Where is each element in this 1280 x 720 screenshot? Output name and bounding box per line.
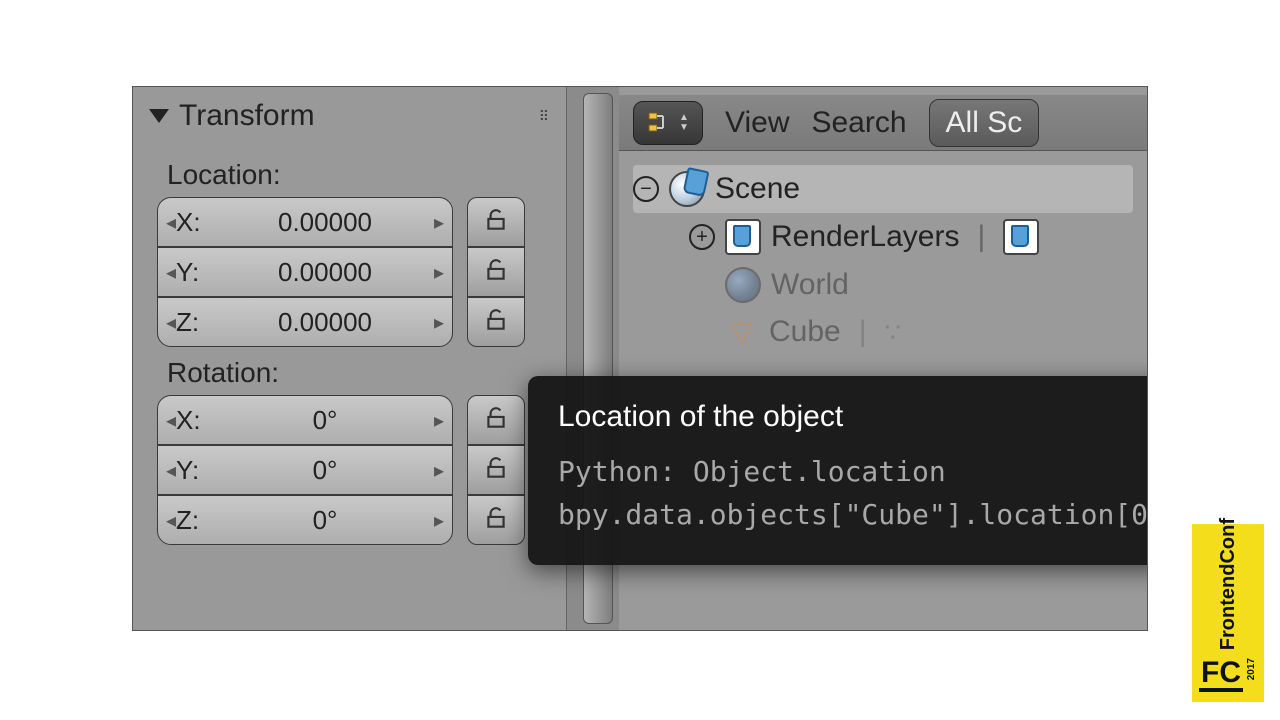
lock-z-button[interactable] <box>467 297 525 347</box>
unlock-icon <box>483 257 509 288</box>
field-value: 0.00000 <box>216 257 434 288</box>
lock-rx-button[interactable] <box>467 395 525 445</box>
view-menu[interactable]: View <box>725 106 789 140</box>
panel-title: Transform <box>179 99 315 133</box>
outliner-tree: − Scene + RenderLayers | World ▽ Cube | <box>619 151 1147 369</box>
tree-row-world[interactable]: World <box>633 261 1133 309</box>
location-y-field[interactable]: ◂ Y: 0.00000 ▸ <box>157 247 453 297</box>
rotation-x-field[interactable]: ◂ X: 0° ▸ <box>157 395 453 445</box>
axis-label: X: <box>176 207 216 238</box>
field-value: 0° <box>216 505 434 536</box>
tooltip-data-path: bpy.data.objects["Cube"].location[0] <box>558 493 1148 536</box>
field-value: 0.00000 <box>216 307 434 338</box>
chevron-left-icon[interactable]: ◂ <box>166 210 176 235</box>
tree-row-renderlayers[interactable]: + RenderLayers | <box>633 213 1133 261</box>
updown-icon: ▲▼ <box>679 113 689 133</box>
axis-label: Z: <box>176 505 216 536</box>
filter-mode-button[interactable]: All Sc <box>929 99 1040 147</box>
lock-rz-button[interactable] <box>467 495 525 545</box>
renderlayer-data-icon <box>1003 219 1039 255</box>
app-window: Transform ⠿ Location: ◂ X: 0.00000 ▸ <box>132 86 1148 631</box>
scene-icon <box>669 171 705 207</box>
properties-panel: Transform ⠿ Location: ◂ X: 0.00000 ▸ <box>133 87 567 630</box>
editor-type-selector[interactable]: ▲▼ <box>633 101 703 145</box>
unlock-icon <box>483 207 509 238</box>
chevron-left-icon[interactable]: ◂ <box>166 310 176 335</box>
separator: | <box>977 220 985 254</box>
rotation-fields: ◂ X: 0° ▸ ◂ Y: 0° ▸ <box>157 395 550 545</box>
chevron-right-icon[interactable]: ▸ <box>434 508 444 533</box>
unlock-icon <box>483 405 509 436</box>
tooltip-title: Location of the object <box>558 400 1148 434</box>
location-fields: ◂ X: 0.00000 ▸ ◂ Y: 0.00000 ▸ <box>157 197 550 347</box>
badge-conf-name: FrontendConf <box>1217 518 1240 650</box>
rotation-z-field[interactable]: ◂ Z: 0° ▸ <box>157 495 453 545</box>
disclosure-triangle-icon <box>149 109 169 123</box>
expand-icon[interactable]: + <box>689 224 715 250</box>
renderlayers-icon <box>725 219 761 255</box>
vertex-data-icon: ∵ <box>885 317 902 348</box>
chevron-left-icon[interactable]: ◂ <box>166 458 176 483</box>
tooltip-python-label: Python: Object.location <box>558 450 1148 493</box>
chevron-right-icon[interactable]: ▸ <box>434 260 444 285</box>
outliner-header: ▲▼ View Search All Sc <box>619 95 1147 151</box>
separator: | <box>859 315 867 349</box>
lock-x-button[interactable] <box>467 197 525 247</box>
axis-label: X: <box>176 405 216 436</box>
rotation-label: Rotation: <box>167 357 550 389</box>
chevron-left-icon[interactable]: ◂ <box>166 508 176 533</box>
lock-ry-button[interactable] <box>467 445 525 495</box>
badge-mark-text: FC <box>1199 658 1243 692</box>
chevron-right-icon[interactable]: ▸ <box>434 408 444 433</box>
world-icon <box>725 267 761 303</box>
axis-label: Y: <box>176 257 216 288</box>
collapse-icon[interactable]: − <box>633 176 659 202</box>
location-x-field[interactable]: ◂ X: 0.00000 ▸ <box>157 197 453 247</box>
tree-label: Scene <box>715 172 800 206</box>
search-menu[interactable]: Search <box>811 106 906 140</box>
field-value: 0.00000 <box>216 207 434 238</box>
unlock-icon <box>483 307 509 338</box>
tooltip: Location of the object Python: Object.lo… <box>528 376 1148 565</box>
chevron-right-icon[interactable]: ▸ <box>434 310 444 335</box>
field-value: 0° <box>216 405 434 436</box>
tree-label: Cube <box>769 315 841 349</box>
axis-label: Y: <box>176 455 216 486</box>
mesh-icon: ▽ <box>725 315 759 349</box>
transform-panel-header[interactable]: Transform ⠿ <box>149 95 550 149</box>
outliner-icon <box>647 111 675 135</box>
unlock-icon <box>483 505 509 536</box>
field-value: 0° <box>216 455 434 486</box>
location-z-field[interactable]: ◂ Z: 0.00000 ▸ <box>157 297 453 347</box>
panel-grip-icon[interactable]: ⠿ <box>539 108 550 125</box>
tree-label: RenderLayers <box>771 220 959 254</box>
rotation-y-field[interactable]: ◂ Y: 0° ▸ <box>157 445 453 495</box>
chevron-left-icon[interactable]: ◂ <box>166 260 176 285</box>
tree-label: World <box>771 268 849 302</box>
lock-y-button[interactable] <box>467 247 525 297</box>
location-label: Location: <box>167 159 550 191</box>
chevron-right-icon[interactable]: ▸ <box>434 458 444 483</box>
axis-label: Z: <box>176 307 216 338</box>
badge-mark: FC 2017 <box>1199 658 1257 692</box>
chevron-left-icon[interactable]: ◂ <box>166 408 176 433</box>
chevron-right-icon[interactable]: ▸ <box>434 210 444 235</box>
tree-row-scene[interactable]: − Scene <box>633 165 1133 213</box>
tree-row-cube[interactable]: ▽ Cube | ∵ <box>633 309 1133 355</box>
conference-badge: FrontendConf FC2017 <box>1192 524 1264 702</box>
unlock-icon <box>483 455 509 486</box>
badge-year: 2017 <box>1247 658 1257 680</box>
